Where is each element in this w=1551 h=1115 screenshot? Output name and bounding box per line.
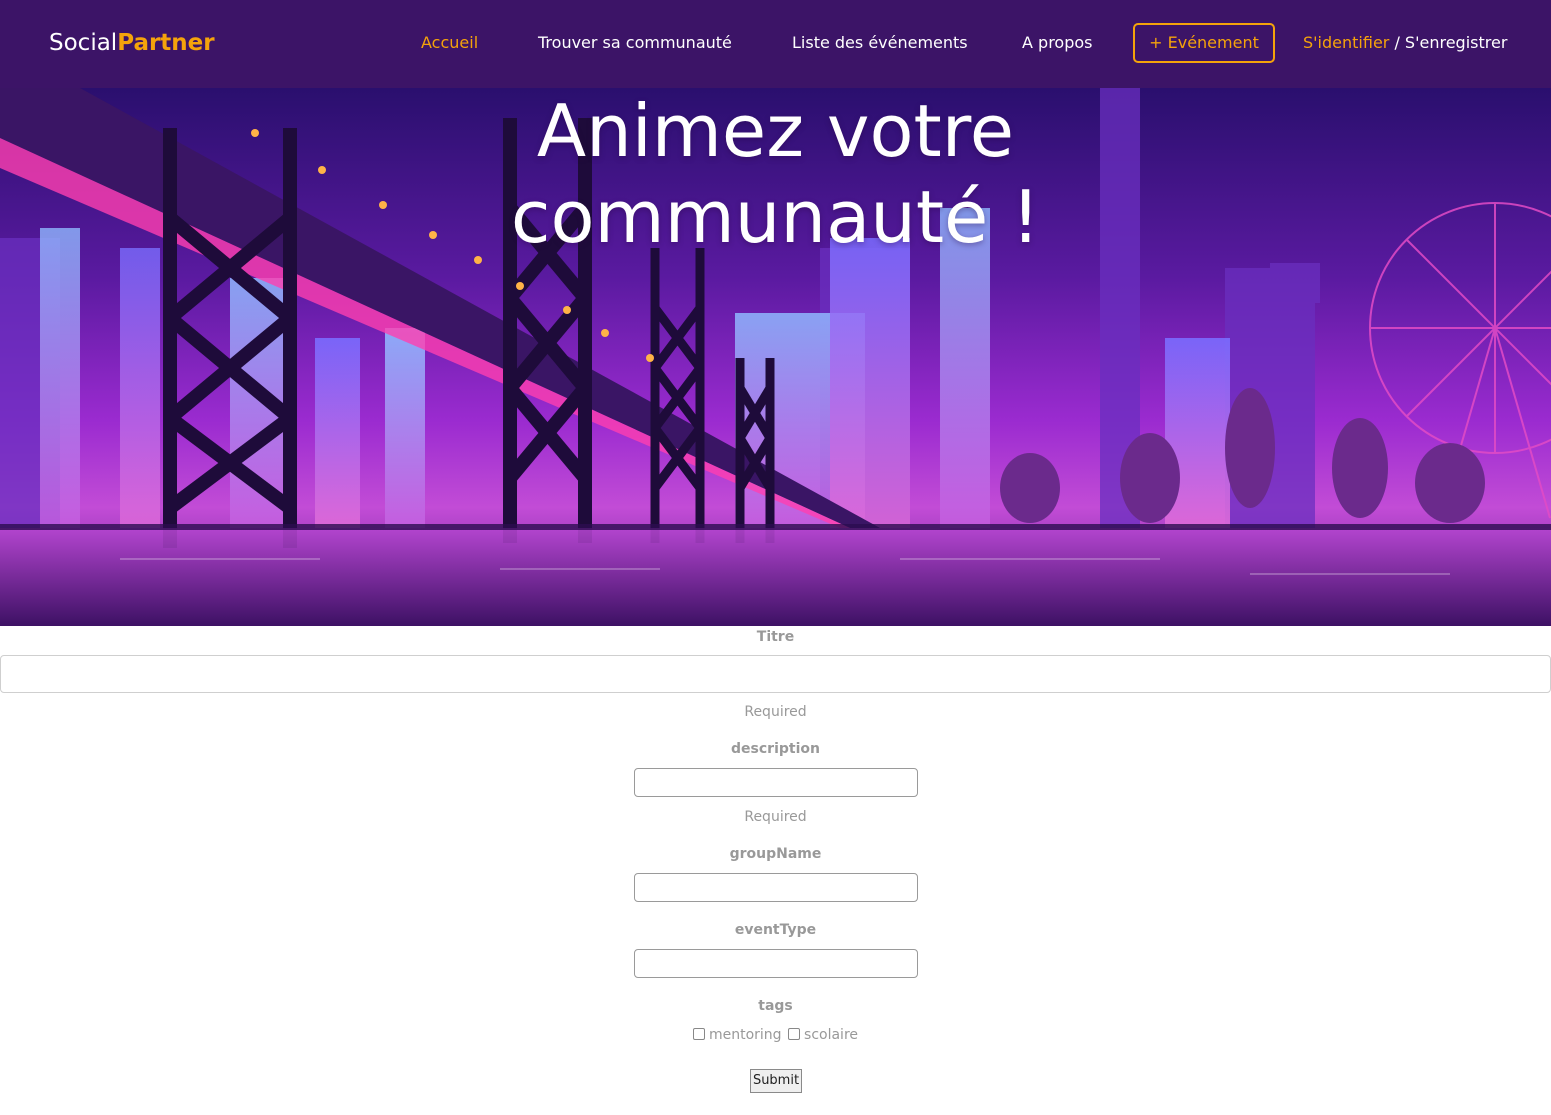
hero-banner: Animez votre communauté ! <box>0 88 1551 626</box>
description-input[interactable] <box>634 768 918 797</box>
tag-label-mentoring: mentoring <box>708 1027 782 1043</box>
tags-label: tags <box>758 998 793 1014</box>
nav-link-liste-evenements[interactable]: Liste des événements <box>792 33 968 53</box>
brand-name-part2: Partner <box>117 30 215 56</box>
navbar: SocialPartner Accueil Trouver sa communa… <box>0 0 1551 88</box>
tag-option-scolaire[interactable]: scolaire <box>788 1025 858 1045</box>
tag-label-scolaire: scolaire <box>804 1027 859 1043</box>
tag-option-mentoring[interactable]: mentoring <box>692 1025 782 1045</box>
eventtype-label: eventType <box>734 922 817 938</box>
checkbox-mentoring[interactable] <box>692 1028 705 1040</box>
login-link[interactable]: S'identifier <box>1303 33 1389 52</box>
titre-required-text: Required <box>744 704 807 720</box>
tags-options: mentoring scolaire <box>0 1025 1551 1045</box>
groupname-label: groupName <box>729 846 822 862</box>
description-required-text: Required <box>744 809 807 825</box>
submit-button[interactable]: Submit <box>750 1069 802 1093</box>
eventtype-input[interactable] <box>634 949 918 978</box>
description-label: description <box>731 741 820 757</box>
titre-input[interactable] <box>0 655 1551 693</box>
hero-title-line2: communauté ! <box>510 175 1041 259</box>
register-link[interactable]: S'enregistrer <box>1405 33 1507 52</box>
hero-title: Animez votre communauté ! <box>0 88 1551 260</box>
add-event-button[interactable]: + Evénement <box>1133 23 1275 63</box>
nav-link-accueil[interactable]: Accueil <box>421 33 478 53</box>
titre-label: Titre <box>756 629 795 645</box>
nav-link-trouver-communaute[interactable]: Trouver sa communauté <box>538 33 732 53</box>
auth-links: S'identifier / S'enregistrer <box>1303 33 1507 53</box>
brand-logo[interactable]: SocialPartner <box>49 28 215 58</box>
nav-link-a-propos[interactable]: A propos <box>1022 33 1092 53</box>
auth-separator: / <box>1389 33 1405 52</box>
checkbox-scolaire[interactable] <box>788 1028 801 1040</box>
groupname-input[interactable] <box>634 873 918 902</box>
brand-name-part1: Social <box>49 30 118 56</box>
hero-title-line1: Animez votre <box>536 89 1015 173</box>
